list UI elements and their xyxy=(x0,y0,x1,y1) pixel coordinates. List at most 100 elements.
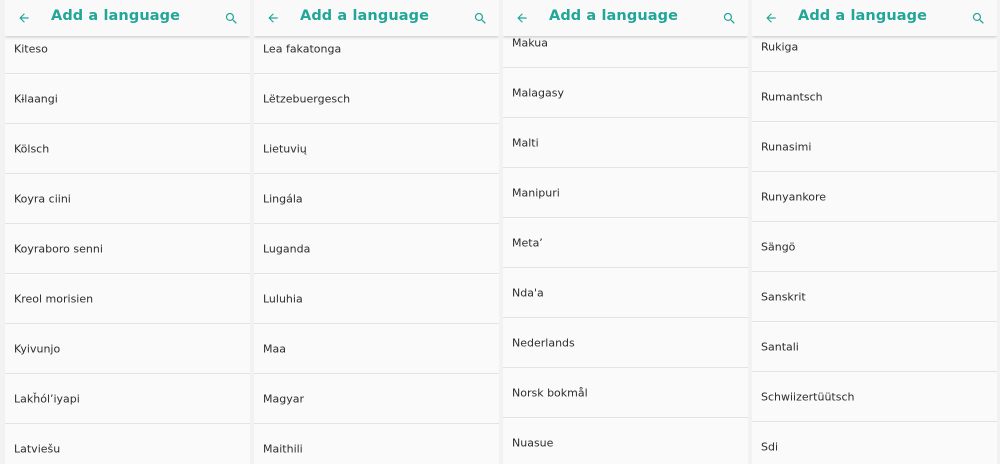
language-label: Maithili xyxy=(263,442,303,455)
list-item[interactable]: Lakȟól’iyapi xyxy=(5,374,250,424)
page-title: Add a language xyxy=(51,8,181,24)
search-button[interactable] xyxy=(467,5,493,31)
language-label: Sanskrit xyxy=(761,290,806,303)
list-item[interactable]: Kreol morisien xyxy=(5,274,250,324)
list-item[interactable]: Maithili xyxy=(254,424,499,464)
language-label: Manipuri xyxy=(512,186,560,199)
list-item[interactable]: Ndaꞌa xyxy=(503,268,748,318)
language-label: Runyankore xyxy=(761,190,827,203)
list-item[interactable]: Santali xyxy=(752,322,997,372)
search-button[interactable] xyxy=(716,5,742,31)
language-label: Norsk bokmål xyxy=(512,386,588,399)
list-item[interactable]: Luluhia xyxy=(254,274,499,324)
list-item[interactable]: Koyra ciini xyxy=(5,174,250,224)
language-label: Lëtzebuergesch xyxy=(263,92,351,105)
language-label: Rumantsch xyxy=(761,90,823,103)
page-title: Add a language xyxy=(549,8,679,24)
language-panel: Add a language Kiteso Kɨlaangi Kölsch Ko… xyxy=(5,0,250,464)
language-label: Luluhia xyxy=(263,292,303,305)
list-item[interactable]: Nederlands xyxy=(503,318,748,368)
app-bar: Add a language xyxy=(752,0,997,36)
list-item[interactable]: Sängö xyxy=(752,222,997,272)
language-list: Kiteso Kɨlaangi Kölsch Koyra ciini Koyra… xyxy=(5,24,250,464)
language-label: Santali xyxy=(761,340,799,353)
search-button[interactable] xyxy=(218,5,244,31)
list-item[interactable]: Kyivunjo xyxy=(5,324,250,374)
list-item[interactable]: Sanskrit xyxy=(752,272,997,322)
app-bar: Add a language xyxy=(5,0,250,36)
search-button[interactable] xyxy=(965,5,991,31)
list-item[interactable]: Sdi xyxy=(752,422,997,464)
list-item[interactable]: Kölsch xyxy=(5,124,250,174)
language-label: Kiteso xyxy=(14,42,48,55)
language-label: Lingála xyxy=(263,192,303,205)
back-button[interactable] xyxy=(11,5,37,31)
language-label: Magyar xyxy=(263,392,304,405)
language-panel: Add a language Rukiga Rumantsch Runasimi… xyxy=(752,0,997,464)
arrow-left-icon xyxy=(268,13,278,23)
language-label: Sdi xyxy=(761,440,779,453)
language-label: Makua xyxy=(512,36,548,49)
app-bar: Add a language xyxy=(254,0,499,36)
page-title: Add a language xyxy=(300,8,430,24)
back-button[interactable] xyxy=(509,5,535,31)
list-item[interactable]: Norsk bokmål xyxy=(503,368,748,418)
list-item[interactable]: Malagasy xyxy=(503,68,748,118)
language-label: Schwiizertüütsch xyxy=(761,390,855,403)
language-label: Maa xyxy=(263,342,286,355)
app-bar: Add a language xyxy=(503,0,748,36)
page-title: Add a language xyxy=(798,8,928,24)
language-label: Kölsch xyxy=(14,142,50,155)
back-button[interactable] xyxy=(260,5,286,31)
language-label: Lietuvių xyxy=(263,142,307,155)
language-label: Luganda xyxy=(263,242,311,255)
language-label: Latviešu xyxy=(14,442,61,455)
language-label: Malti xyxy=(512,136,539,149)
list-item[interactable]: Schwiizertüütsch xyxy=(752,372,997,422)
back-button[interactable] xyxy=(758,5,784,31)
language-label: Ndaꞌa xyxy=(512,286,544,299)
list-item[interactable]: Maa xyxy=(254,324,499,374)
list-item[interactable]: Latviešu xyxy=(5,424,250,464)
list-item[interactable]: Lëtzebuergesch xyxy=(254,74,499,124)
language-label: Nederlands xyxy=(512,336,575,349)
language-panel: Add a language Makua Malagasy Malti Mani… xyxy=(503,0,748,464)
language-panel: Add a language Lea fakatonga Lëtzebuerge… xyxy=(254,0,499,464)
language-label: Sängö xyxy=(761,240,796,253)
list-item[interactable]: Lietuvių xyxy=(254,124,499,174)
list-item[interactable]: Rumantsch xyxy=(752,72,997,122)
search-icon xyxy=(723,12,735,24)
list-item[interactable]: Koyraboro senni xyxy=(5,224,250,274)
language-list: Makua Malagasy Malti Manipuri Metaʼ Ndaꞌ… xyxy=(503,18,748,464)
list-item[interactable]: Magyar xyxy=(254,374,499,424)
arrow-left-icon xyxy=(517,13,527,23)
language-label: Malagasy xyxy=(512,86,564,99)
list-item[interactable]: Luganda xyxy=(254,224,499,274)
language-label: Kreol morisien xyxy=(14,292,94,305)
list-item[interactable]: Nuasue xyxy=(503,418,748,464)
language-label: Nuasue xyxy=(512,436,554,449)
arrow-left-icon xyxy=(766,13,776,23)
list-item[interactable]: Manipuri xyxy=(503,168,748,218)
search-icon xyxy=(474,12,486,24)
list-item[interactable]: Malti xyxy=(503,118,748,168)
list-item[interactable]: Kɨlaangi xyxy=(5,74,250,124)
language-label: Koyraboro senni xyxy=(14,242,103,255)
language-label: Lakȟól’iyapi xyxy=(14,392,80,405)
language-label: Metaʼ xyxy=(512,236,543,249)
list-item[interactable]: Runasimi xyxy=(752,122,997,172)
list-item[interactable]: Lingála xyxy=(254,174,499,224)
language-list: Rukiga Rumantsch Runasimi Runyankore Sän… xyxy=(752,22,997,464)
list-item[interactable]: Metaʼ xyxy=(503,218,748,268)
language-label: Kyivunjo xyxy=(14,342,61,355)
language-label: Runasimi xyxy=(761,140,812,153)
screenshot-stage: Add a language Kiteso Kɨlaangi Kölsch Ko… xyxy=(0,0,1000,464)
search-icon xyxy=(972,12,984,24)
search-icon xyxy=(225,12,237,24)
language-label: Rukiga xyxy=(761,40,799,53)
language-label: Kɨlaangi xyxy=(14,92,58,105)
list-item[interactable]: Runyankore xyxy=(752,172,997,222)
arrow-left-icon xyxy=(19,13,29,23)
language-label: Koyra ciini xyxy=(14,192,71,205)
language-list: Lea fakatonga Lëtzebuergesch Lietuvių Li… xyxy=(254,24,499,464)
